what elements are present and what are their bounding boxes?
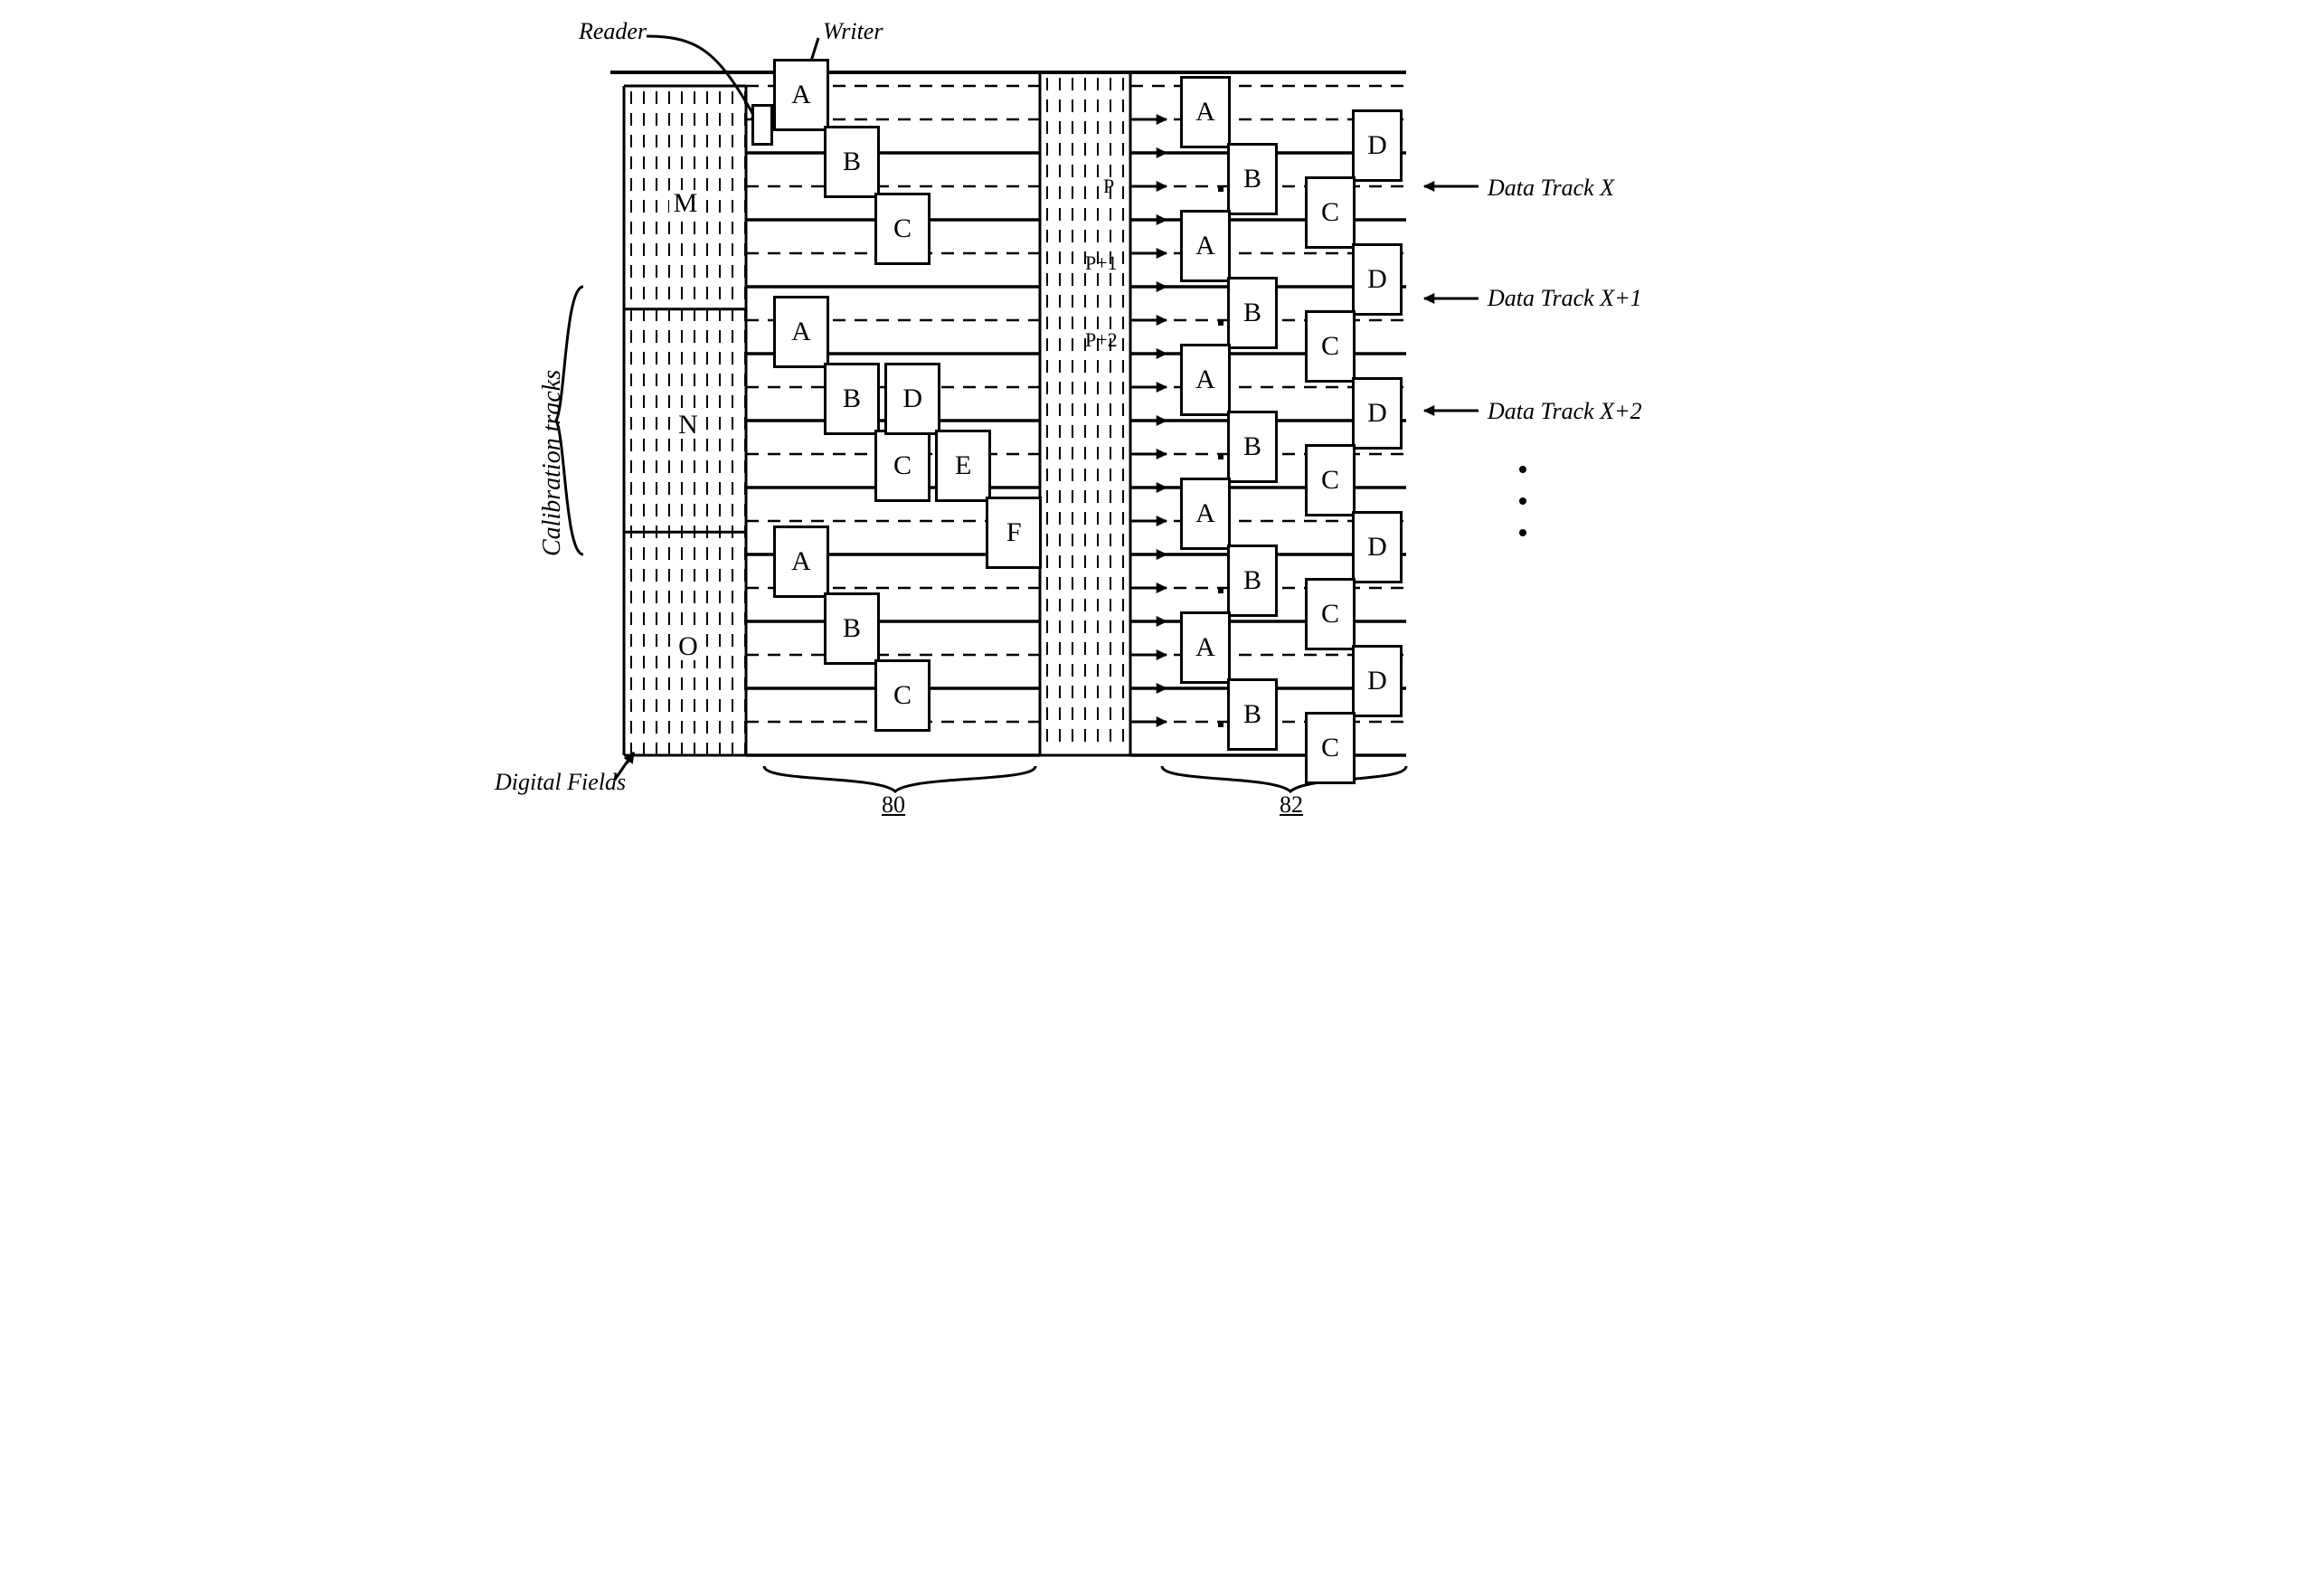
p2-label: P+2 xyxy=(1085,328,1118,352)
r-b-1: B xyxy=(1227,277,1278,349)
r-d-1: D xyxy=(1352,243,1403,316)
r-d-2: D xyxy=(1352,377,1403,450)
r-c-1: C xyxy=(1305,310,1356,383)
left2b-box-E: E xyxy=(935,430,991,502)
digital-fields-label: Digital Fields xyxy=(495,769,626,796)
 xyxy=(1218,320,1223,326)
df-block-M: M xyxy=(669,190,702,217)
p1-label: P+1 xyxy=(1085,251,1118,275)
df-block-O: O xyxy=(672,633,704,660)
left2b-box-F: F xyxy=(986,497,1042,569)
 xyxy=(1218,588,1223,593)
left-box-A: A xyxy=(773,59,829,131)
r-a-2: A xyxy=(1180,344,1231,416)
left-box-B: B xyxy=(824,126,880,198)
r-a-1: A xyxy=(1180,210,1231,282)
r-c-3: C xyxy=(1305,578,1356,650)
ref-80: 80 xyxy=(882,791,905,819)
r-d-4: D xyxy=(1352,645,1403,717)
reader-label: Reader xyxy=(579,18,647,45)
left2b-box-D: D xyxy=(884,363,940,435)
ref-82: 82 xyxy=(1280,791,1303,819)
ellipsis-dot xyxy=(1519,529,1526,536)
left3-box-B: B xyxy=(824,592,880,665)
left2-box-B: B xyxy=(824,363,880,435)
r-b-0: B xyxy=(1227,143,1278,215)
data-track-x2: Data Track X+2 xyxy=(1488,398,1642,425)
data-track-x: Data Track X xyxy=(1488,175,1614,202)
r-b-3: B xyxy=(1227,545,1278,617)
 xyxy=(1218,454,1223,459)
left2-box-C: C xyxy=(874,430,931,502)
df-block-N: N xyxy=(672,412,704,439)
left2-box-A: A xyxy=(773,296,829,368)
r-c-2: C xyxy=(1305,444,1356,516)
r-b-4: B xyxy=(1227,678,1278,751)
r-a-4: A xyxy=(1180,611,1231,684)
 xyxy=(1218,722,1223,727)
ellipsis-dot xyxy=(1519,497,1526,505)
 xyxy=(1218,186,1223,192)
r-b-2: B xyxy=(1227,411,1278,483)
left3-box-C: C xyxy=(874,659,931,732)
writer-label: Writer xyxy=(823,18,883,45)
left-box-C: C xyxy=(874,193,931,265)
p-label: P xyxy=(1103,175,1114,198)
calibration-label: Calibration tracks xyxy=(538,370,567,556)
r-a-0: A xyxy=(1180,76,1231,148)
ellipsis-dot xyxy=(1519,466,1526,473)
left3-box-A: A xyxy=(773,526,829,598)
r-d-3: D xyxy=(1352,511,1403,583)
r-c-4: C xyxy=(1305,712,1356,784)
data-track-x1: Data Track X+1 xyxy=(1488,285,1642,312)
reader-head xyxy=(751,104,773,146)
r-d-0: D xyxy=(1352,109,1403,182)
r-c-0: C xyxy=(1305,176,1356,249)
r-a-3: A xyxy=(1180,478,1231,550)
